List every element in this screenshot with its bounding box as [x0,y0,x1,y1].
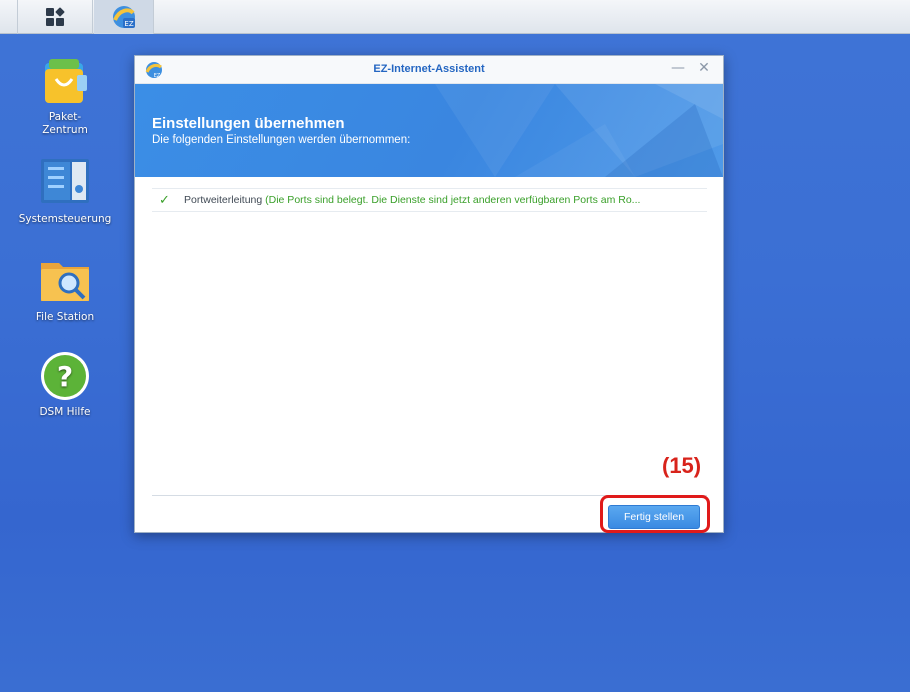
banner-subheading: Die folgenden Einstellungen werden übern… [152,134,411,146]
annotation-step-number: (15) [662,453,702,478]
result-row: ✓ Portweiterleitung (Die Ports sind bele… [152,188,707,212]
desktop-icon-package-center[interactable]: Paket- Zentrum [10,55,120,137]
desktop-icon-dsm-help[interactable]: ? DSM Hilfe [10,350,120,419]
control-panel-icon [39,157,91,209]
check-icon: ✓ [159,192,170,207]
wizard-banner: Einstellungen übernehmen Die folgenden E… [135,84,723,177]
ez-internet-wizard-window: EZ EZ-Internet-Assistent — ✕ Einstellung… [134,55,724,533]
taskbar: EZ [0,0,910,34]
help-icon: ? [39,350,91,402]
package-center-icon [39,55,91,107]
desktop-icon-label: Paket- Zentrum [42,111,88,136]
desktop-icon-label: DSM Hilfe [39,406,91,418]
close-button[interactable]: ✕ [695,60,713,76]
window-title-bar[interactable]: EZ EZ-Internet-Assistent — ✕ [135,56,723,84]
result-detail: (Die Ports sind belegt. Die Dienste sind… [265,194,641,206]
taskbar-ez-internet-button[interactable]: EZ [94,0,154,34]
desktop-icon-file-station[interactable]: File Station [10,255,120,324]
desktop-icon-control-panel[interactable]: Systemsteuerung [10,157,120,226]
svg-text:EZ: EZ [124,20,133,28]
grid-icon [46,7,65,26]
annotation-highlight [600,495,710,533]
minimize-button[interactable]: — [669,60,687,76]
desktop-icon-label: File Station [35,311,95,323]
main-menu-button[interactable] [17,0,93,34]
banner-heading: Einstellungen übernehmen [152,115,345,132]
svg-text:?: ? [57,360,73,393]
desktop-icon-label: Systemsteuerung [18,213,112,225]
file-station-icon [39,255,91,307]
result-label: Portweiterleitung [184,194,263,206]
window-title: EZ-Internet-Assistent [373,63,485,75]
ez-internet-icon: EZ [112,6,135,28]
